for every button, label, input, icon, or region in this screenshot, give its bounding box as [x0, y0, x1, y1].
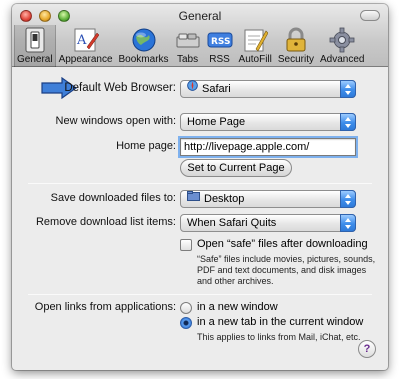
popup-arrows-icon: [340, 80, 356, 98]
default-browser-popup[interactable]: Safari: [180, 80, 356, 98]
safe-files-note-line1: “Safe” files include movies, pictures, s…: [197, 254, 376, 264]
save-downloads-popup[interactable]: Desktop: [180, 190, 356, 208]
tabs-icon: [175, 27, 201, 53]
open-links-new-window-label: in a new window: [197, 301, 278, 313]
general-switch-icon: [22, 27, 48, 53]
tab-advanced[interactable]: Advanced: [317, 25, 367, 67]
safe-files-note-line2: PDF and text documents, and disk images: [197, 265, 367, 275]
svg-text:RSS: RSS: [211, 37, 231, 47]
tab-label: Security: [277, 54, 315, 65]
tab-tabs[interactable]: Tabs: [172, 25, 204, 67]
appearance-icon: A: [73, 27, 99, 53]
tab-appearance[interactable]: A Appearance: [56, 25, 116, 67]
open-links-note: This applies to links from Mail, iChat, …: [197, 332, 361, 342]
tab-label: RSS: [209, 54, 230, 65]
tab-autofill[interactable]: AutoFill: [236, 25, 275, 67]
open-links-new-window-radio[interactable]: [180, 302, 192, 314]
default-browser-value: Safari: [202, 83, 231, 95]
save-downloads-value: Desktop: [204, 193, 245, 205]
home-page-label: Home page:: [116, 140, 176, 152]
tab-label: General: [17, 54, 53, 65]
popup-arrows-icon: [340, 214, 356, 232]
preferences-window: General General A Appearance Bookmarks T…: [12, 4, 388, 370]
tab-general[interactable]: General: [14, 25, 56, 67]
svg-text:A: A: [76, 33, 87, 48]
gear-icon: [329, 27, 355, 53]
section-divider: [28, 294, 372, 295]
toolbar-toggle-button[interactable]: [360, 10, 380, 21]
set-current-page-button[interactable]: Set to Current Page: [180, 159, 292, 177]
default-browser-label: Default Web Browser:: [64, 82, 176, 94]
section-divider: [28, 183, 372, 184]
tab-security[interactable]: Security: [275, 25, 317, 67]
tab-bookmarks[interactable]: Bookmarks: [116, 25, 172, 67]
new-windows-value: Home Page: [187, 116, 246, 128]
save-downloads-label: Save downloaded files to:: [50, 192, 176, 204]
folder-icon: [187, 190, 200, 206]
lock-icon: [283, 27, 309, 53]
remove-downloads-popup[interactable]: When Safari Quits: [180, 214, 356, 232]
open-safe-files-label: Open “safe” files after downloading: [197, 238, 368, 250]
rss-icon: RSS: [207, 27, 233, 53]
home-page-field[interactable]: http://livepage.apple.com/: [180, 138, 356, 156]
autofill-icon: [242, 27, 269, 53]
open-safe-files-checkbox[interactable]: [180, 239, 192, 251]
tab-label: Tabs: [176, 54, 199, 65]
bookmarks-globe-icon: [131, 27, 157, 53]
help-button[interactable]: ?: [358, 340, 376, 358]
open-links-label: Open links from applications:: [34, 301, 176, 313]
popup-arrows-icon: [340, 113, 356, 131]
open-links-new-tab-label: in a new tab in the current window: [197, 316, 364, 328]
safe-files-note-line3: and other archives.: [197, 276, 274, 286]
preferences-toolbar: General A Appearance Bookmarks Tabs RSS …: [14, 25, 368, 67]
general-pane: Default Web Browser: Safari New windows …: [12, 68, 388, 370]
window-title: General: [178, 9, 222, 23]
tab-rss[interactable]: RSS RSS: [204, 25, 236, 67]
titlebar: General General A Appearance Bookmarks T…: [12, 4, 388, 67]
tab-label: Bookmarks: [118, 54, 169, 65]
new-windows-popup[interactable]: Home Page: [180, 113, 356, 131]
new-windows-label: New windows open with:: [55, 115, 176, 127]
open-links-new-tab-radio[interactable]: [180, 317, 192, 329]
tab-label: Appearance: [58, 54, 113, 65]
tab-label: Advanced: [320, 54, 365, 65]
remove-downloads-label: Remove download list items:: [35, 216, 176, 228]
remove-downloads-value: When Safari Quits: [187, 217, 277, 229]
popup-arrows-icon: [340, 190, 356, 208]
tab-label: AutoFill: [238, 54, 272, 65]
safari-compass-icon: [187, 80, 198, 96]
